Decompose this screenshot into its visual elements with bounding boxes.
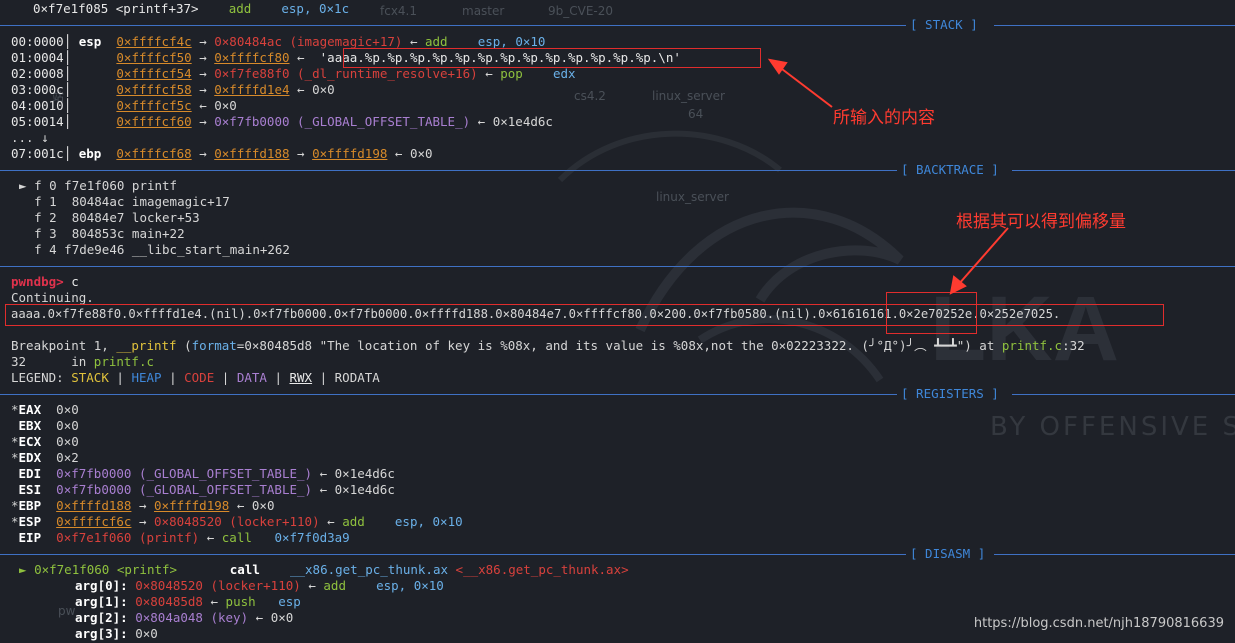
arrow-line bbox=[957, 227, 1009, 286]
stack-section-header: [ STACK ] bbox=[0, 17, 1235, 33]
bg-text: pw bbox=[58, 604, 76, 618]
register-row: *ECX 0×0 bbox=[11, 434, 79, 449]
arrow-head bbox=[767, 58, 788, 75]
register-row: *EBP 0×ffffd188 → 0×ffffd198 ← 0×0 bbox=[11, 498, 275, 513]
backtrace-frame[interactable]: f 3 804853c main+22 bbox=[19, 226, 185, 242]
bg-text: 9b_CVE-20 bbox=[548, 4, 614, 18]
annotation-offset: 根据其可以得到偏移量 bbox=[956, 212, 1126, 232]
registers-section-header: [ REGISTERS ] bbox=[0, 386, 1235, 402]
register-row: *ESP 0×ffffcf6c → 0×8048520 (locker+110)… bbox=[11, 514, 463, 529]
bg-text: master bbox=[462, 4, 505, 18]
stack-row: 02:0008│ 0×ffffcf54 → 0×f7fe88f0 (_dl_ru… bbox=[11, 66, 576, 81]
legend: LEGEND: STACK | HEAP | CODE | DATA | RWX… bbox=[11, 370, 380, 385]
disasm-arg: arg[1]: 0×80485d8 ← push esp bbox=[75, 594, 301, 609]
register-row: *EDX 0×2 bbox=[11, 450, 79, 465]
backtrace-frame[interactable]: ► f 0 f7e1f060 printf bbox=[19, 178, 177, 194]
top-instruction-line: 0×f7e1f085 <printf+37> add esp, 0×1c bbox=[33, 1, 350, 16]
bg-text: BY OFFENSIVE S bbox=[990, 412, 1235, 442]
input-highlight-box bbox=[343, 48, 761, 68]
bg-text: fcx4.1 bbox=[380, 4, 418, 18]
bg-text: 64 bbox=[688, 107, 704, 121]
stack-row: 04:0010│ 0×ffffcf5c ← 0×0 bbox=[11, 98, 237, 113]
backtrace-frame[interactable]: f 4 f7de9e46 __libc_start_main+262 bbox=[19, 242, 290, 258]
disasm-arg: arg[2]: 0×804a048 (key) ← 0×0 bbox=[75, 610, 294, 625]
disasm-arg: arg[3]: 0×0 bbox=[75, 626, 158, 641]
stack-row: 07:001c│ ebp 0×ffffcf68 → 0×ffffd188 → 0… bbox=[11, 146, 433, 161]
annotation-input: 所输入的内容 bbox=[833, 108, 935, 128]
console-command: c bbox=[63, 274, 79, 289]
console-prompt-line[interactable]: pwndbg> c bbox=[11, 274, 79, 290]
offset-highlight-box bbox=[886, 292, 977, 334]
register-row: EIP 0×f7e1f060 (printf) ← call 0×f7f0d3a… bbox=[18, 530, 350, 545]
divider bbox=[0, 258, 1235, 274]
watermark: https://blog.csdn.net/njh18790816639 bbox=[973, 616, 1224, 631]
breakpoint-line: Breakpoint 1, __printf (format=0×80485d8… bbox=[11, 338, 1085, 353]
register-row: *EAX 0×0 bbox=[11, 402, 79, 417]
stack-ellipsis: ... ↓ bbox=[11, 130, 49, 145]
backtrace-section-header: [ BACKTRACE ] bbox=[0, 162, 1235, 178]
disasm-current-line[interactable]: ► 0×f7e1f060 <printf> call __x86.get_pc_… bbox=[19, 562, 629, 578]
disasm-arg: arg[0]: 0×8048520 (locker+110) ← add esp… bbox=[75, 578, 444, 593]
stack-row: 03:000c│ 0×ffffcf58 → 0×ffffd1e4 ← 0×0 bbox=[11, 82, 335, 97]
register-row: EDI 0×f7fb0000 (_GLOBAL_OFFSET_TABLE_) ←… bbox=[18, 466, 395, 481]
source-line: 32 in printf.c bbox=[11, 354, 155, 369]
stack-row: 05:0014│ 0×ffffcf60 → 0×f7fb0000 (_GLOBA… bbox=[11, 114, 553, 129]
pwndbg-prompt: pwndbg> bbox=[11, 274, 64, 289]
backtrace-frame[interactable]: f 2 80484e7 locker+53 bbox=[19, 210, 200, 226]
arrow-line bbox=[777, 65, 833, 108]
bg-text: linux_server bbox=[656, 190, 729, 204]
register-row: ESI 0×f7fb0000 (_GLOBAL_OFFSET_TABLE_) ←… bbox=[18, 482, 395, 497]
register-row: EBX 0×0 bbox=[18, 418, 79, 433]
bg-text: linux_server bbox=[652, 89, 725, 103]
arrow-head bbox=[949, 275, 967, 295]
backtrace-frame[interactable]: f 1 80484ac imagemagic+17 bbox=[19, 194, 230, 210]
bg-text: cs4.2 bbox=[574, 89, 606, 103]
disasm-section-header: [ DISASM ] bbox=[0, 546, 1235, 562]
output-highlight-box bbox=[5, 304, 1164, 326]
